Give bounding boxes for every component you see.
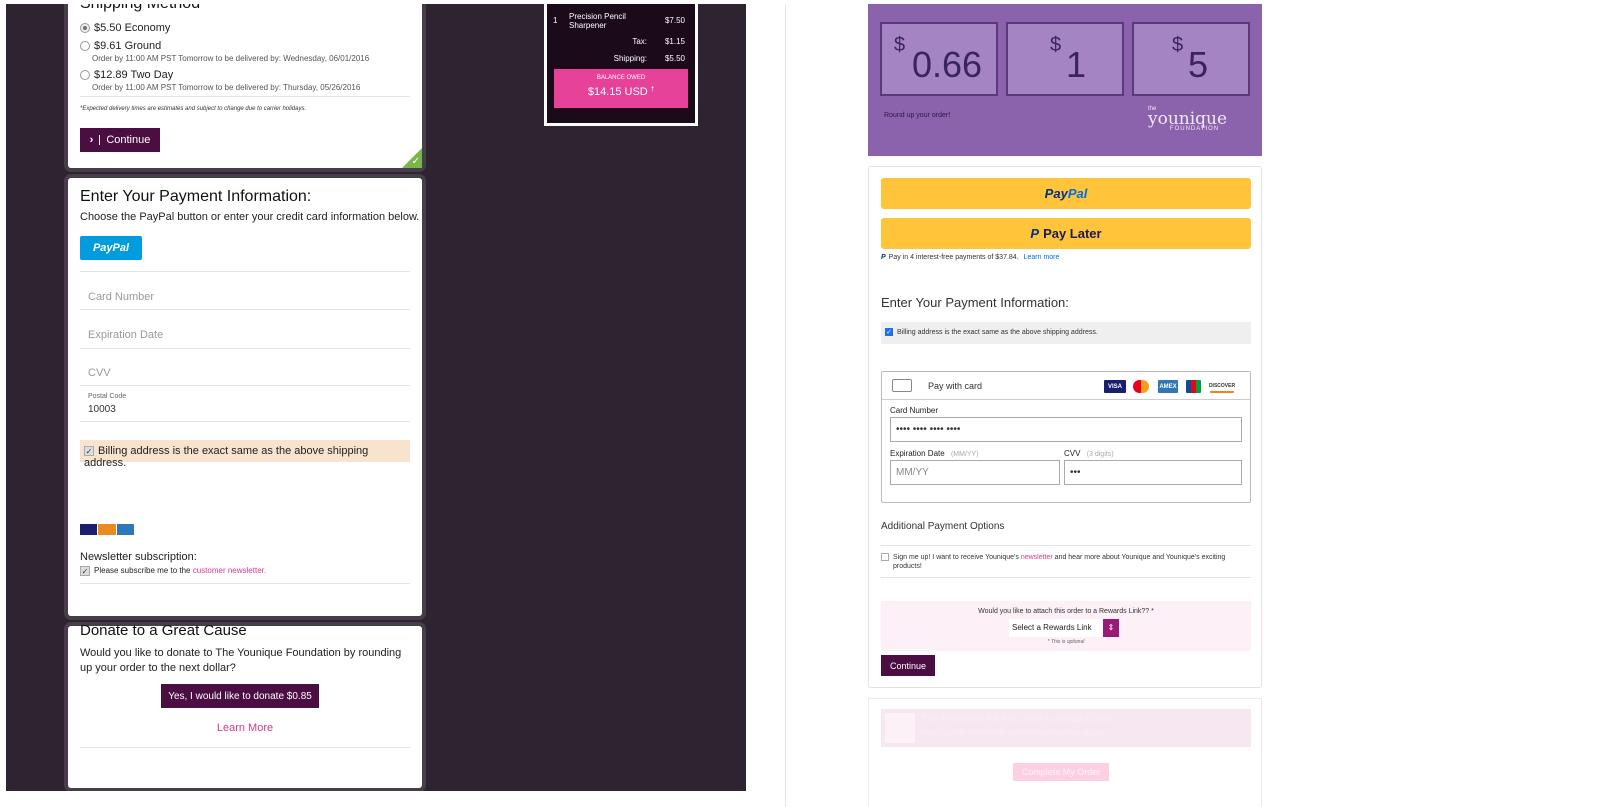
shipping-option-note: Order by 11:00 AM PST Tomorrow to be del… xyxy=(92,54,370,63)
pay-with-card-label: Pay with card xyxy=(928,381,983,391)
payment-box: PayPal P Pay Later P Pay in 4 interest-fre… xyxy=(868,166,1262,688)
newsletter-signup[interactable]: Sign me up! I want to receive Younique's… xyxy=(881,553,1251,571)
donate-title: Donate to a Great Cause xyxy=(80,622,247,639)
payment-subtitle: Choose the PayPal button or enter your c… xyxy=(80,211,420,223)
card-number-input[interactable]: •••• •••• •••• •••• xyxy=(890,417,1242,442)
chevron-right-icon: › xyxy=(89,134,94,146)
donate-learn-more-link[interactable]: Learn More xyxy=(68,722,422,734)
card-number-field[interactable]: Card Number xyxy=(88,291,154,303)
presenter-banner: The Presenter for this order is Sarah Co… xyxy=(881,709,1251,747)
cvv-label: CVV (3 digits) xyxy=(1064,449,1114,458)
donate-text: Would you like to donate to The Younique… xyxy=(80,647,402,674)
cvv-input[interactable]: ••• xyxy=(1064,460,1242,485)
shipping-method-card: Shipping Method $5.50 Economy $9.61 Grou… xyxy=(68,4,422,168)
item-name: Sharpener xyxy=(569,21,607,30)
pay-later-button[interactable]: P Pay Later xyxy=(881,218,1251,249)
expiration-date-field[interactable]: Expiration Date xyxy=(88,329,163,341)
donate-button[interactable]: Yes, I would like to donate $0.85 xyxy=(161,684,319,708)
shipping-disclaimer: *Expected delivery times are estimates a… xyxy=(80,106,307,112)
roundup-option-3[interactable]: $ 5 xyxy=(1132,22,1250,96)
order-summary: 1 Precision Pencil Sharpener $7.50 Tax: … xyxy=(544,4,698,126)
newsletter-link[interactable]: newsletter xyxy=(1021,554,1053,561)
right-checkout-panel: $ 0.66 $ 1 $ 5 Round up your order! the … xyxy=(786,4,1611,807)
installment-learn-more-link[interactable]: Learn more xyxy=(1024,254,1060,261)
visa-icon: VISA xyxy=(1104,380,1126,393)
tax-label: Tax: xyxy=(632,37,647,46)
radio-icon[interactable] xyxy=(80,23,90,34)
shipping-title: Shipping Method xyxy=(80,4,200,13)
presenter-title: The Presenter for this order is Sarah Co… xyxy=(921,714,1113,725)
credit-card-icon xyxy=(892,379,912,392)
shipping-option-two-day[interactable]: $12.89 Two Day xyxy=(80,69,173,81)
postal-code-field[interactable]: 10003 xyxy=(88,404,116,415)
item-price: $7.50 xyxy=(664,16,685,25)
payment-continue-button[interactable]: Continue xyxy=(881,655,935,676)
payment-title: Enter Your Payment Information: xyxy=(80,188,312,205)
presenter-section: The Presenter for this order is Sarah Co… xyxy=(868,698,1262,807)
rewards-question: Would you like to attach this order to a… xyxy=(978,608,1154,615)
presenter-avatar xyxy=(885,713,915,743)
mastercard-icon xyxy=(1133,380,1149,393)
balance-owed: BALANCE OWED $14.15 USD † xyxy=(554,69,688,108)
discover-icon: DISCOVER xyxy=(1209,380,1235,393)
select-arrows-icon[interactable]: ⇕ xyxy=(1103,619,1119,637)
donate-card: Donate to a Great Cause Would you like t… xyxy=(68,622,422,788)
roundup-option-1[interactable]: $ 0.66 xyxy=(880,22,998,96)
younique-foundation-logo: the younique FOUNDATION xyxy=(1148,106,1228,132)
expiration-date-label: Expiration Date (MM/YY) xyxy=(890,449,979,458)
paypal-button[interactable]: PayPal xyxy=(881,178,1251,209)
checkbox-icon[interactable]: ✓ xyxy=(885,328,893,336)
installment-message: P Pay in 4 interest-free payments of $37.… xyxy=(881,254,1060,261)
cvv-field[interactable]: CVV xyxy=(88,367,111,379)
item-qty: 1 xyxy=(553,16,558,25)
billing-same-checkbox[interactable]: ✓ Billing address is the exact same as th… xyxy=(881,322,1251,344)
radio-icon[interactable] xyxy=(80,70,90,81)
payment-title: Enter Your Payment Information: xyxy=(881,295,1069,310)
checkbox-icon[interactable] xyxy=(881,553,889,561)
radio-icon[interactable] xyxy=(80,41,90,52)
shipping-option-economy[interactable]: $5.50 Economy xyxy=(80,22,170,34)
paypal-button[interactable]: PayPal xyxy=(80,236,142,260)
paypal-p-icon: P xyxy=(881,254,886,261)
left-checkout-panel: Shipping Method $5.50 Economy $9.61 Grou… xyxy=(6,4,746,791)
item-name: Precision Pencil xyxy=(569,12,626,21)
amex-icon: AMEX xyxy=(1158,380,1178,393)
expiration-date-input[interactable]: MM/YY xyxy=(890,460,1060,485)
billing-same-checkbox[interactable]: ✓ Billing address is the exact same as th… xyxy=(80,440,410,469)
complete-order-button[interactable]: Complete My Order xyxy=(1013,763,1109,781)
card-number-label: Card Number xyxy=(890,406,939,415)
checkbox-icon[interactable]: ✓ xyxy=(80,566,90,576)
card-form: Pay with card VISA AMEX DISCOVER Card Nu… xyxy=(881,371,1251,503)
payment-card: Enter Your Payment Information: Choose t… xyxy=(68,178,422,616)
roundup-caption: Round up your order! xyxy=(884,112,951,119)
checkbox-icon[interactable]: ✓ xyxy=(84,446,94,457)
shipping-value: $5.50 xyxy=(664,54,685,63)
additional-options-title: Additional Payment Options xyxy=(881,521,1005,532)
postal-code-label: Postal Code xyxy=(88,393,127,400)
accepted-cards-icon xyxy=(80,524,134,535)
shipping-continue-button[interactable]: › Continue xyxy=(80,128,160,152)
shipping-label: Shipping: xyxy=(613,54,647,63)
rewards-link-section: Would you like to attach this order to a… xyxy=(881,601,1251,651)
newsletter-link[interactable]: customer newsletter. xyxy=(193,566,266,575)
shipping-option-note: Order by 11:00 AM PST Tomorrow to be del… xyxy=(92,83,361,92)
jcb-icon xyxy=(1186,380,1201,393)
newsletter-title: Newsletter subscription: xyxy=(80,551,197,563)
roundup-section: $ 0.66 $ 1 $ 5 Round up your order! the … xyxy=(868,4,1262,156)
newsletter-checkbox[interactable]: ✓ Please subscribe me to the customer new… xyxy=(80,566,266,576)
rewards-optional-note: * This is optional xyxy=(1047,639,1085,645)
paypal-p-icon: P xyxy=(1030,226,1040,241)
check-icon: ✓ xyxy=(411,156,420,167)
shipping-option-ground[interactable]: $9.61 Ground xyxy=(80,40,161,52)
roundup-option-2[interactable]: $ 1 xyxy=(1006,22,1124,96)
presenter-subtitle: Orders cannot be moved to another Presen… xyxy=(921,730,1106,737)
tax-value: $1.15 xyxy=(664,37,685,46)
